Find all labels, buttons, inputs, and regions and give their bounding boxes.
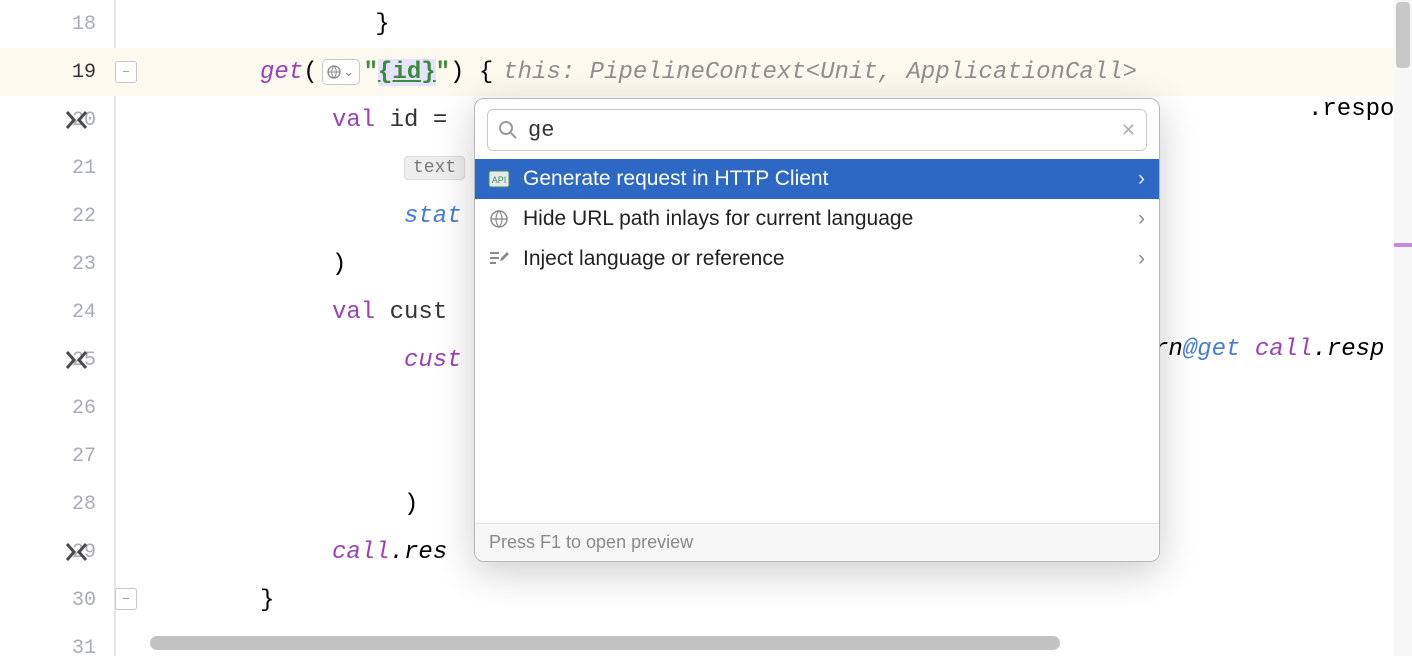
line-number[interactable]: 30 – <box>0 576 148 624</box>
code-line[interactable]: } <box>148 576 1412 624</box>
parameter-hint: text <box>404 156 465 180</box>
code-token-string-highlight: {id} <box>378 59 436 86</box>
scrollbar-thumb-horizontal[interactable] <box>150 636 1060 650</box>
endpoint-gutter-icon[interactable] <box>60 539 94 565</box>
code-token: ) <box>450 59 464 86</box>
intention-actions-popup: ✕ API Generate request in HTTP Client › … <box>474 98 1160 562</box>
chevron-right-icon: › <box>1138 167 1145 191</box>
line-number[interactable]: 28 <box>0 480 148 528</box>
code-line[interactable]: } <box>148 0 1412 48</box>
api-icon: API <box>487 170 511 188</box>
line-number[interactable]: 18 <box>0 0 148 48</box>
popup-empty-space <box>475 283 1159 523</box>
line-number[interactable]: 21 <box>0 144 148 192</box>
code-text: } <box>152 11 390 38</box>
code-token-string: " <box>364 59 378 86</box>
line-number[interactable]: 20 <box>0 96 148 144</box>
popup-search-input[interactable] <box>528 118 1111 143</box>
line-number[interactable]: 29 <box>0 528 148 576</box>
fold-toggle-icon[interactable]: – <box>115 588 137 610</box>
code-token: cust <box>375 299 447 326</box>
code-token-function: cust <box>404 347 462 374</box>
code-token-keyword: val <box>332 299 375 326</box>
popup-items: API Generate request in HTTP Client › Hi… <box>475 159 1159 283</box>
code-token-keyword: val <box>332 107 375 134</box>
pencil-list-icon <box>487 250 511 268</box>
code-token: ( <box>303 59 317 86</box>
search-icon <box>498 120 518 140</box>
inlay-hint: this: PipelineContext<Unit, ApplicationC… <box>493 59 1137 86</box>
fold-toggle-icon[interactable]: – <box>115 61 137 83</box>
editor-right-track[interactable] <box>1394 0 1412 656</box>
code-line-current[interactable]: get ( ⌄ " {id} " ) { this: PipelineConte… <box>148 48 1412 96</box>
gutter: 18 19 – 20 21 22 23 24 25 26 27 28 29 <box>0 0 148 656</box>
clear-search-icon[interactable]: ✕ <box>1121 120 1136 141</box>
code-token-function: get <box>260 59 303 86</box>
line-number[interactable]: 26 <box>0 384 148 432</box>
intention-item-generate-http-request[interactable]: API Generate request in HTTP Client › <box>475 159 1159 199</box>
error-stripe-mark[interactable] <box>1394 243 1412 247</box>
endpoint-gutter-icon[interactable] <box>60 107 94 133</box>
popup-search-box: ✕ <box>487 109 1147 151</box>
code-token: ) <box>152 251 346 278</box>
popup-footer-hint: Press F1 to open preview <box>489 532 693 553</box>
chevron-right-icon: › <box>1138 207 1145 231</box>
code-token-string: " <box>436 59 450 86</box>
intention-item-label: Generate request in HTTP Client <box>523 167 828 191</box>
code-token: id = <box>375 107 447 134</box>
url-inlay-globe-icon[interactable]: ⌄ <box>322 59 360 85</box>
popup-footer: Press F1 to open preview <box>475 523 1159 561</box>
intention-item-hide-url-inlays[interactable]: Hide URL path inlays for current languag… <box>475 199 1159 239</box>
intention-item-inject-language[interactable]: Inject language or reference › <box>475 239 1159 279</box>
line-number[interactable]: 27 <box>0 432 148 480</box>
chevron-right-icon: › <box>1138 247 1145 271</box>
svg-text:API: API <box>492 175 507 185</box>
popup-search-wrap: ✕ <box>475 99 1159 159</box>
code-token: .res <box>390 539 448 566</box>
code-token-function: call <box>332 539 390 566</box>
code-token: ) <box>152 491 418 518</box>
editor-pane: 18 19 – 20 21 22 23 24 25 26 27 28 29 <box>0 0 1412 656</box>
line-number[interactable]: 23 <box>0 240 148 288</box>
globe-icon <box>487 210 511 228</box>
code-token: } <box>152 587 274 614</box>
code-token-param: stat <box>404 203 462 230</box>
scrollbar-thumb-vertical[interactable] <box>1396 2 1410 68</box>
line-number[interactable]: 31 <box>0 624 148 656</box>
line-number[interactable]: 22 <box>0 192 148 240</box>
scrollbar-horizontal[interactable] <box>150 636 1392 652</box>
line-number[interactable]: 24 <box>0 288 148 336</box>
intention-item-label: Hide URL path inlays for current languag… <box>523 207 913 231</box>
line-number[interactable]: 25 <box>0 336 148 384</box>
line-number-current[interactable]: 19 – <box>0 48 148 96</box>
code-token: { <box>464 59 493 86</box>
endpoint-gutter-icon[interactable] <box>60 347 94 373</box>
intention-item-label: Inject language or reference <box>523 247 785 271</box>
code-fragment: rn@get call.resp <box>1154 336 1384 363</box>
